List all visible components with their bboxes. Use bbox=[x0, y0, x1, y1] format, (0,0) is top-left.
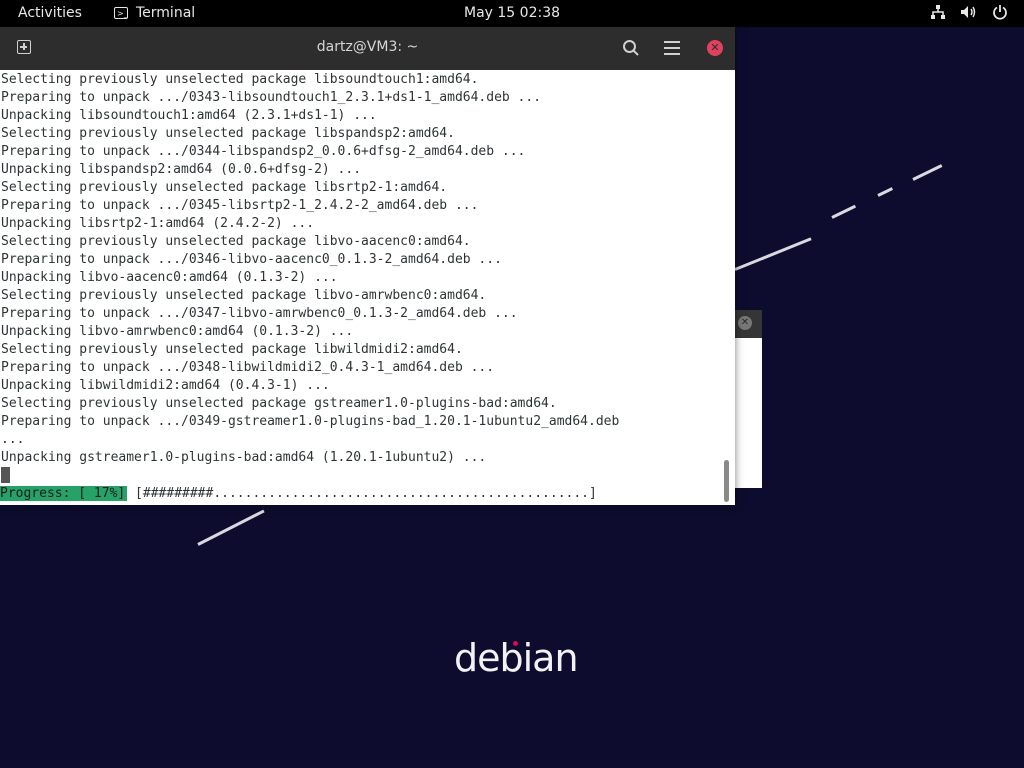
terminal-headerbar[interactable]: dartz@VM3: ~ ✕ bbox=[0, 27, 735, 71]
terminal-line: Unpacking libsrtp2-1:amd64 (2.4.2-2) ... bbox=[1, 216, 315, 231]
wallpaper-line bbox=[734, 237, 812, 271]
power-icon[interactable] bbox=[992, 4, 1008, 20]
close-icon[interactable]: ✕ bbox=[707, 40, 723, 56]
background-window-header: ✕ bbox=[732, 310, 762, 338]
terminal-line: Selecting previously unselected package … bbox=[1, 126, 455, 141]
activities-button[interactable]: Activities bbox=[18, 5, 82, 21]
terminal-line: Unpacking libvo-amrwbenc0:amd64 (0.1.3-2… bbox=[1, 324, 354, 339]
terminal-line: Selecting previously unselected package … bbox=[1, 288, 487, 303]
debian-logo: debian bbox=[454, 636, 579, 680]
terminal-output[interactable]: Selecting previously unselected package … bbox=[0, 70, 735, 505]
scrollbar[interactable] bbox=[724, 460, 729, 502]
terminal-line: Preparing to unpack .../0346-libvo-aacen… bbox=[1, 252, 502, 267]
terminal-line: Unpacking gstreamer1.0-plugins-bad:amd64… bbox=[1, 450, 487, 465]
debian-logo-dot bbox=[513, 641, 518, 646]
progress-line: Progress: [ 17%] [#########.............… bbox=[0, 485, 597, 503]
terminal-line: Selecting previously unselected package … bbox=[1, 72, 479, 87]
terminal-line: Unpacking libwildmidi2:amd64 (0.4.3-1) .… bbox=[1, 378, 330, 393]
terminal-line: Unpacking libspandsp2:amd64 (0.0.6+dfsg-… bbox=[1, 162, 362, 177]
wallpaper-line bbox=[912, 164, 943, 181]
terminal-line: ... bbox=[1, 432, 25, 447]
hamburger-menu-icon[interactable] bbox=[664, 41, 680, 55]
top-bar: Activities >_ Terminal May 15 02:38 bbox=[0, 0, 1024, 27]
system-tray[interactable] bbox=[930, 4, 1008, 20]
terminal-line: Preparing to unpack .../0347-libvo-amrwb… bbox=[1, 306, 518, 321]
terminal-line: Selecting previously unselected package … bbox=[1, 234, 471, 249]
terminal-window[interactable]: dartz@VM3: ~ ✕ Selecting previously unse… bbox=[0, 27, 735, 505]
terminal-line: Preparing to unpack .../0345-libsrtp2-1_… bbox=[1, 198, 479, 213]
terminal-lines: Selecting previously unselected package … bbox=[1, 71, 619, 467]
app-menu[interactable]: >_ Terminal bbox=[114, 5, 195, 21]
progress-bar-text: [#########..............................… bbox=[127, 486, 597, 501]
terminal-line: Preparing to unpack .../0344-libspandsp2… bbox=[1, 144, 526, 159]
background-window[interactable]: ✕ bbox=[732, 310, 762, 488]
progress-label: Progress: [ 17%] bbox=[0, 486, 128, 501]
terminal-line: Preparing to unpack .../0349-gstreamer1.… bbox=[1, 414, 620, 429]
terminal-line: Selecting previously unselected package … bbox=[1, 180, 448, 195]
app-menu-label: Terminal bbox=[136, 5, 196, 21]
search-icon[interactable] bbox=[622, 39, 640, 57]
terminal-icon: >_ bbox=[114, 7, 128, 19]
terminal-line: Preparing to unpack .../0343-libsoundtou… bbox=[1, 90, 542, 105]
terminal-line: Selecting previously unselected package … bbox=[1, 342, 463, 357]
wallpaper-line bbox=[197, 509, 265, 546]
terminal-line: Unpacking libvo-aacenc0:amd64 (0.1.3-2) … bbox=[1, 270, 338, 285]
wallpaper-line bbox=[877, 187, 894, 197]
terminal-line: Selecting previously unselected package … bbox=[1, 396, 557, 411]
volume-icon[interactable] bbox=[960, 4, 978, 20]
background-window-close-icon[interactable]: ✕ bbox=[738, 316, 752, 330]
network-icon[interactable] bbox=[930, 4, 946, 20]
clock[interactable]: May 15 02:38 bbox=[464, 5, 560, 21]
wallpaper-line bbox=[831, 204, 857, 219]
text-cursor bbox=[1, 467, 10, 483]
terminal-line: Unpacking libsoundtouch1:amd64 (2.3.1+ds… bbox=[1, 108, 377, 123]
terminal-line: Preparing to unpack .../0348-libwildmidi… bbox=[1, 360, 495, 375]
